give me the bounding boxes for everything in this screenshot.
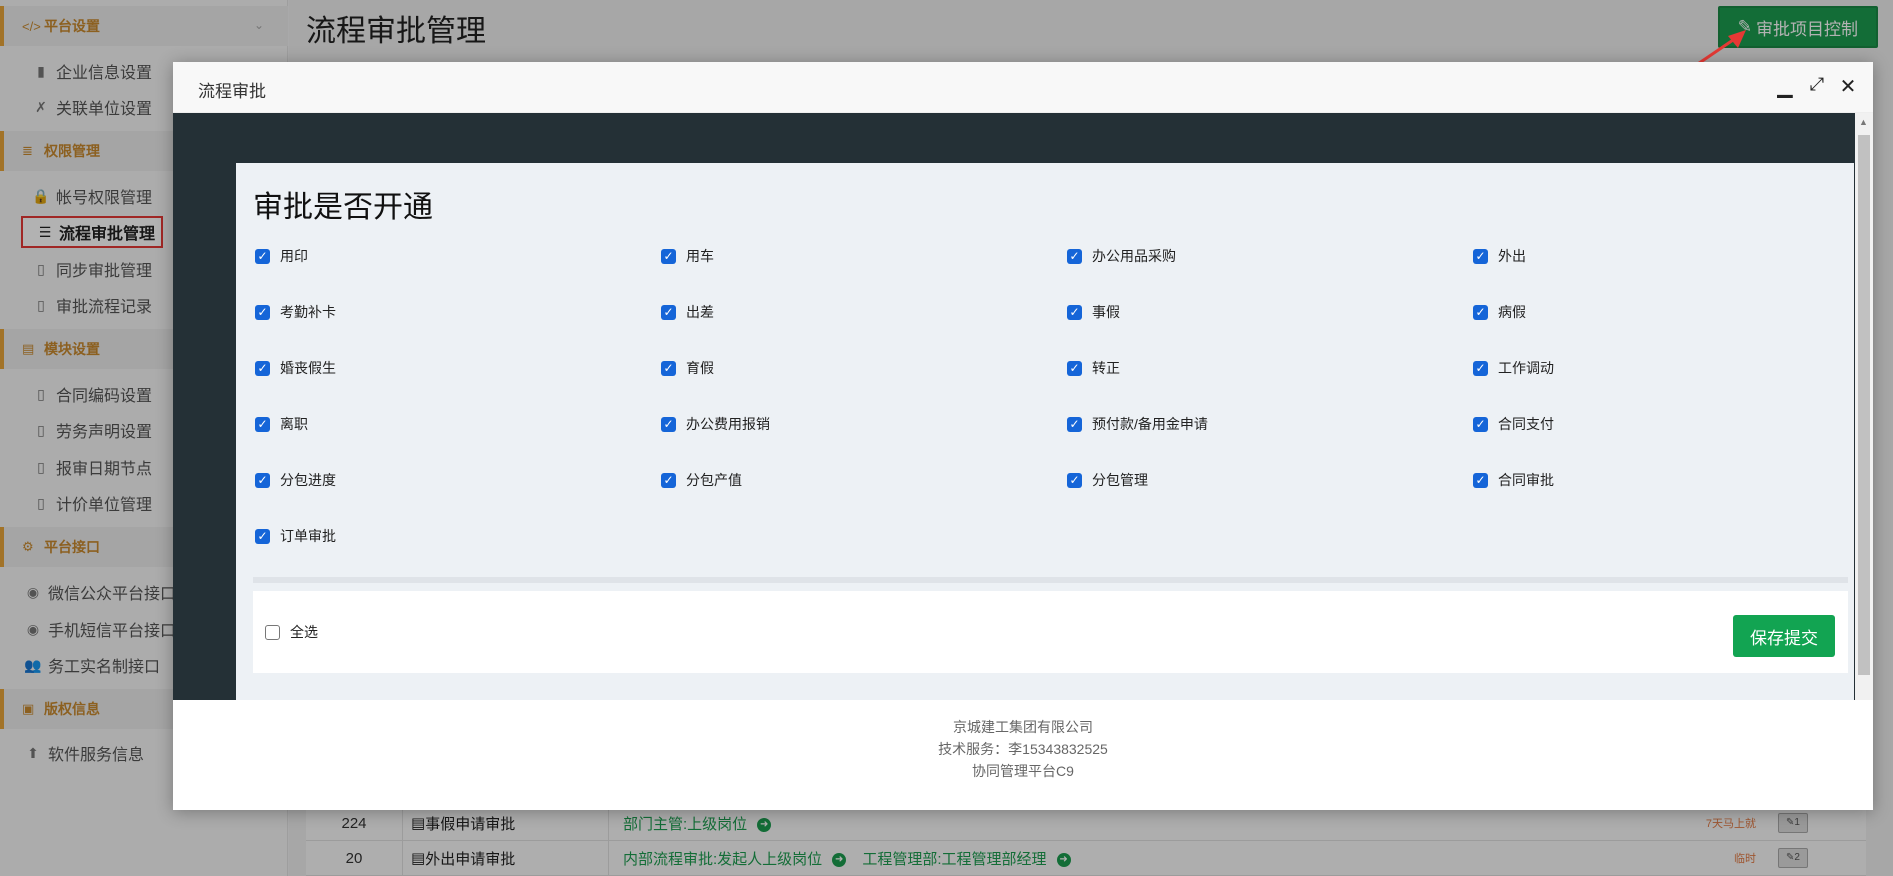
check-icon: ✓ <box>1067 472 1082 488</box>
option-label: 分包进度 <box>280 472 336 488</box>
option-label: 用印 <box>280 248 308 264</box>
option-label: 转正 <box>1092 360 1120 376</box>
check-icon: ✓ <box>661 304 676 320</box>
company-name: 京城建工集团有限公司 <box>953 719 1093 735</box>
dialog-body: 审批是否开通 ✓ 用印 ✓ 用车 ✓ 办公用品采购 ✓ 外出 ✓ 考勤补卡 ✓ 出差 ✓ 事假… <box>173 113 1873 700</box>
checkbox-option[interactable]: ✓ 合同审批 <box>1473 470 1554 490</box>
option-label: 事假 <box>1092 304 1120 320</box>
scroll-up-icon[interactable]: ▲ <box>1859 117 1868 127</box>
divider <box>253 577 1848 583</box>
check-icon: ✓ <box>255 304 270 320</box>
option-label: 办公用品采购 <box>1092 248 1176 264</box>
dialog-header: 流程审批 ▁ ⤢ ✕ <box>173 62 1873 113</box>
option-label: 合同支付 <box>1498 416 1554 432</box>
option-label: 离职 <box>280 416 308 432</box>
check-icon: ✓ <box>255 360 270 376</box>
checkbox-option[interactable]: ✓ 离职 <box>255 414 308 434</box>
checkbox-option[interactable]: ✓ 分包产值 <box>661 470 742 490</box>
option-label: 考勤补卡 <box>280 304 336 320</box>
select-all-checkbox[interactable]: 全选 <box>265 622 318 642</box>
check-icon: ✓ <box>1473 248 1488 264</box>
check-icon: ✓ <box>255 528 270 544</box>
minimize-icon[interactable]: ▁ <box>1773 74 1797 99</box>
panel-title: 审批是否开通 <box>253 191 433 224</box>
check-icon: ✓ <box>1473 304 1488 320</box>
check-icon: ✓ <box>661 472 676 488</box>
checkbox-option[interactable]: ✓ 工作调动 <box>1473 358 1554 378</box>
option-label: 外出 <box>1498 248 1526 264</box>
checkbox-option[interactable]: ✓ 分包进度 <box>255 470 336 490</box>
option-label: 预付款/备用金申请 <box>1092 416 1208 432</box>
option-label: 出差 <box>686 304 714 320</box>
check-icon: ✓ <box>1473 360 1488 376</box>
option-label: 分包产值 <box>686 472 742 488</box>
check-icon: ✓ <box>1067 248 1082 264</box>
checkbox-option[interactable]: ✓ 出差 <box>661 302 714 322</box>
check-icon: ✓ <box>255 248 270 264</box>
maximize-icon[interactable]: ⤢ <box>1805 74 1829 95</box>
checkbox-option[interactable]: ✓ 婚丧假生 <box>255 358 336 378</box>
checkbox-option[interactable]: ✓ 合同支付 <box>1473 414 1554 434</box>
check-icon: ✓ <box>1473 472 1488 488</box>
checkbox-option[interactable]: ✓ 预付款/备用金申请 <box>1067 414 1208 434</box>
platform-name: 协同管理平台C9 <box>972 763 1074 779</box>
option-label: 分包管理 <box>1092 472 1148 488</box>
check-icon: ✓ <box>1067 416 1082 432</box>
checkbox-option[interactable]: ✓ 分包管理 <box>1067 470 1148 490</box>
scrollbar[interactable]: ▲ <box>1855 113 1873 700</box>
option-label: 办公费用报销 <box>686 416 770 432</box>
checkbox-option[interactable]: ✓ 转正 <box>1067 358 1120 378</box>
close-icon[interactable]: ✕ <box>1836 74 1860 99</box>
select-all-label: 全选 <box>290 624 318 640</box>
save-submit-button[interactable]: 保存提交 <box>1733 615 1835 657</box>
dialog-footer: 京城建工集团有限公司 技术服务：李15343832525 协同管理平台C9 <box>173 702 1873 810</box>
checkbox-option[interactable]: ✓ 订单审批 <box>255 526 336 546</box>
option-label: 病假 <box>1498 304 1526 320</box>
support-contact: 技术服务：李15343832525 <box>938 741 1108 757</box>
option-label: 合同审批 <box>1498 472 1554 488</box>
approval-panel: 审批是否开通 ✓ 用印 ✓ 用车 ✓ 办公用品采购 ✓ 外出 ✓ 考勤补卡 ✓ 出差 ✓ 事假… <box>236 163 1854 700</box>
check-icon: ✓ <box>255 416 270 432</box>
check-icon: ✓ <box>1473 416 1488 432</box>
checkbox-option[interactable]: ✓ 用车 <box>661 246 714 266</box>
checkbox-option[interactable]: ✓ 办公用品采购 <box>1067 246 1176 266</box>
scrollbar-thumb[interactable] <box>1858 135 1870 675</box>
option-label: 工作调动 <box>1498 360 1554 376</box>
option-label: 订单审批 <box>280 528 336 544</box>
option-label: 育假 <box>686 360 714 376</box>
checkbox-option[interactable]: ✓ 病假 <box>1473 302 1526 322</box>
action-bar: 全选 保存提交 <box>253 591 1848 673</box>
option-label: 用车 <box>686 248 714 264</box>
checkbox-option[interactable]: ✓ 事假 <box>1067 302 1120 322</box>
unchecked-box-icon <box>265 624 280 640</box>
check-icon: ✓ <box>1067 360 1082 376</box>
checkbox-option[interactable]: ✓ 用印 <box>255 246 308 266</box>
dialog-title: 流程审批 <box>198 82 266 101</box>
check-icon: ✓ <box>661 416 676 432</box>
checkbox-option[interactable]: ✓ 办公费用报销 <box>661 414 770 434</box>
checkbox-option[interactable]: ✓ 育假 <box>661 358 714 378</box>
check-icon: ✓ <box>255 472 270 488</box>
option-label: 婚丧假生 <box>280 360 336 376</box>
check-icon: ✓ <box>661 248 676 264</box>
checkbox-option[interactable]: ✓ 外出 <box>1473 246 1526 266</box>
approval-dialog: 流程审批 ▁ ⤢ ✕ 审批是否开通 ✓ 用印 ✓ 用车 ✓ 办公用品采购 ✓ 外出 ✓ 考… <box>173 62 1873 810</box>
check-icon: ✓ <box>1067 304 1082 320</box>
checkbox-option[interactable]: ✓ 考勤补卡 <box>255 302 336 322</box>
check-icon: ✓ <box>661 360 676 376</box>
